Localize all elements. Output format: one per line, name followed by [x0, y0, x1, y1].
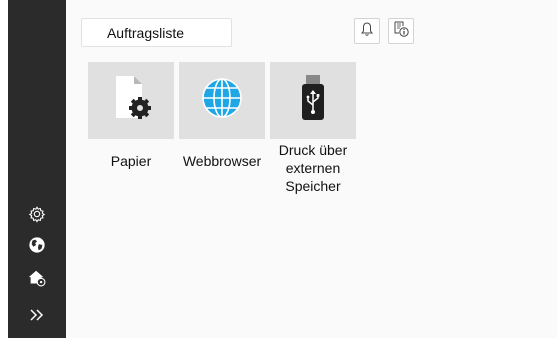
notification-button[interactable]: [354, 18, 380, 44]
globe-icon[interactable]: [26, 234, 48, 256]
window-frame: [0, 0, 8, 338]
paper-settings-icon: [106, 72, 156, 129]
job-list-button[interactable]: Auftragsliste: [81, 18, 232, 47]
job-list-label: Auftragsliste: [106, 24, 185, 41]
tile-paper[interactable]: [88, 62, 174, 139]
tile-webbrowser[interactable]: [179, 62, 265, 139]
tile-webbrowser-label: Webbrowser: [182, 153, 262, 169]
tile-external-storage-print-label: Druck über externen Speicher: [278, 142, 348, 194]
main-area: Auftragsliste Papier Webbrowser Druck üb…: [66, 0, 557, 338]
tile-paper-label: Papier: [110, 153, 152, 169]
tile-external-storage-print[interactable]: [270, 62, 356, 139]
double-chevron-right-icon[interactable]: [26, 304, 48, 326]
job-info-button[interactable]: [388, 18, 414, 44]
sidebar: [8, 0, 66, 338]
settings-icon[interactable]: [26, 203, 48, 225]
home-settings-icon[interactable]: [26, 267, 48, 289]
job-info-icon: [392, 20, 410, 43]
usb-drive-icon: [298, 73, 328, 128]
globe-icon: [200, 76, 244, 125]
bell-icon: [359, 21, 375, 42]
